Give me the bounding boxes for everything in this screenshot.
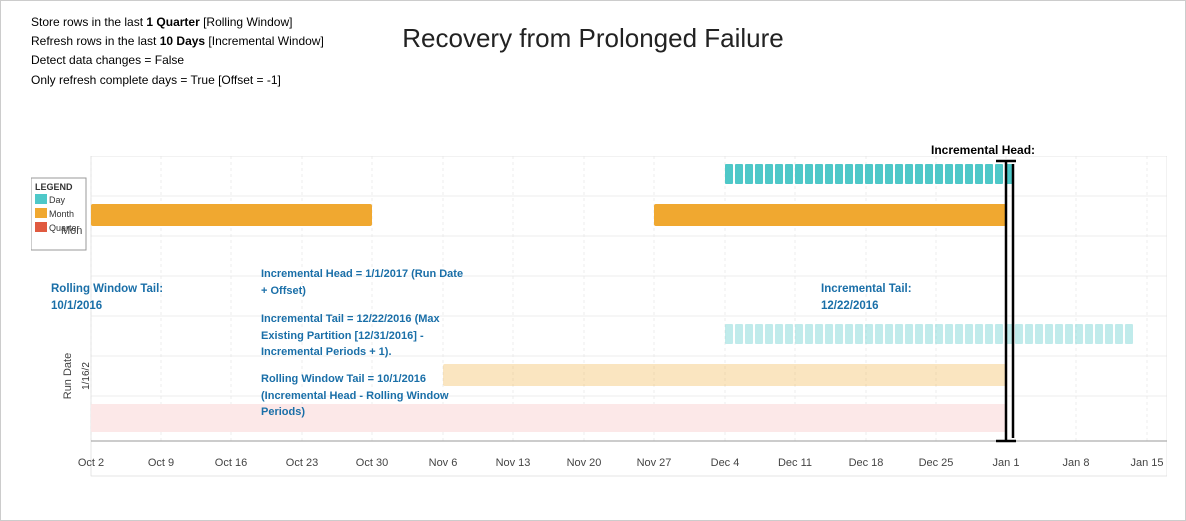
mon-label: Mon bbox=[61, 225, 82, 237]
rolling-window-bg bbox=[91, 404, 1006, 432]
month-bar-2 bbox=[654, 204, 1006, 226]
svg-text:Nov 27: Nov 27 bbox=[637, 457, 672, 469]
rolling-tail-eq-annotation: Rolling Window Tail = 10/1/2016 (Increme… bbox=[261, 371, 481, 421]
chart-svg: // We'll draw these in the SVG directly bbox=[31, 156, 1167, 506]
legend-title: LEGEND bbox=[35, 182, 73, 192]
rolling-tail-annotation: Rolling Window Tail: 10/1/2016 bbox=[51, 281, 163, 316]
svg-text:Nov 20: Nov 20 bbox=[567, 457, 602, 469]
legend-month-color bbox=[35, 208, 47, 218]
svg-text:Oct 23: Oct 23 bbox=[286, 457, 318, 469]
run-date-value: 1/16/2 bbox=[81, 362, 92, 390]
incremental-tail-annotation: Incremental Tail: 12/22/2016 bbox=[821, 281, 912, 316]
legend-day-color bbox=[35, 194, 47, 204]
info-line4: Only refresh complete days = True [Offse… bbox=[31, 71, 324, 90]
svg-text:Nov 13: Nov 13 bbox=[496, 457, 531, 469]
main-container: Store rows in the last 1 Quarter [Rollin… bbox=[0, 0, 1186, 521]
svg-text:Jan 8: Jan 8 bbox=[1063, 457, 1090, 469]
svg-text:Dec 4: Dec 4 bbox=[711, 457, 740, 469]
svg-text:Oct 16: Oct 16 bbox=[215, 457, 247, 469]
svg-text:Dec 25: Dec 25 bbox=[919, 457, 954, 469]
page-title: Recovery from Prolonged Failure bbox=[1, 23, 1185, 54]
svg-text:Jan 15: Jan 15 bbox=[1130, 457, 1163, 469]
incremental-tail-eq-annotation: Incremental Tail = 12/22/2016 (Max Exist… bbox=[261, 311, 481, 361]
month-bar-bottom-faded bbox=[443, 364, 1006, 386]
svg-text:Oct 9: Oct 9 bbox=[148, 457, 174, 469]
svg-text:Nov 6: Nov 6 bbox=[429, 457, 458, 469]
day-tiles-top bbox=[725, 164, 1013, 184]
svg-text:Dec 18: Dec 18 bbox=[849, 457, 884, 469]
legend-quarter-color bbox=[35, 222, 47, 232]
legend-month-label: Month bbox=[49, 209, 74, 219]
svg-text:Jan 1: Jan 1 bbox=[993, 457, 1020, 469]
svg-text:Oct 30: Oct 30 bbox=[356, 457, 388, 469]
info-line3: Detect data changes = False bbox=[31, 51, 324, 70]
incremental-head-eq-annotation: Incremental Head = 1/1/2017 (Run Date + … bbox=[261, 266, 471, 299]
svg-text:Dec 11: Dec 11 bbox=[778, 457, 812, 469]
month-bar-1 bbox=[91, 204, 372, 226]
run-date-label: Run Date bbox=[62, 353, 74, 399]
svg-text:Oct 2: Oct 2 bbox=[78, 457, 104, 469]
legend-day-label: Day bbox=[49, 195, 66, 205]
day-tiles-bottom-faded bbox=[725, 324, 1133, 344]
